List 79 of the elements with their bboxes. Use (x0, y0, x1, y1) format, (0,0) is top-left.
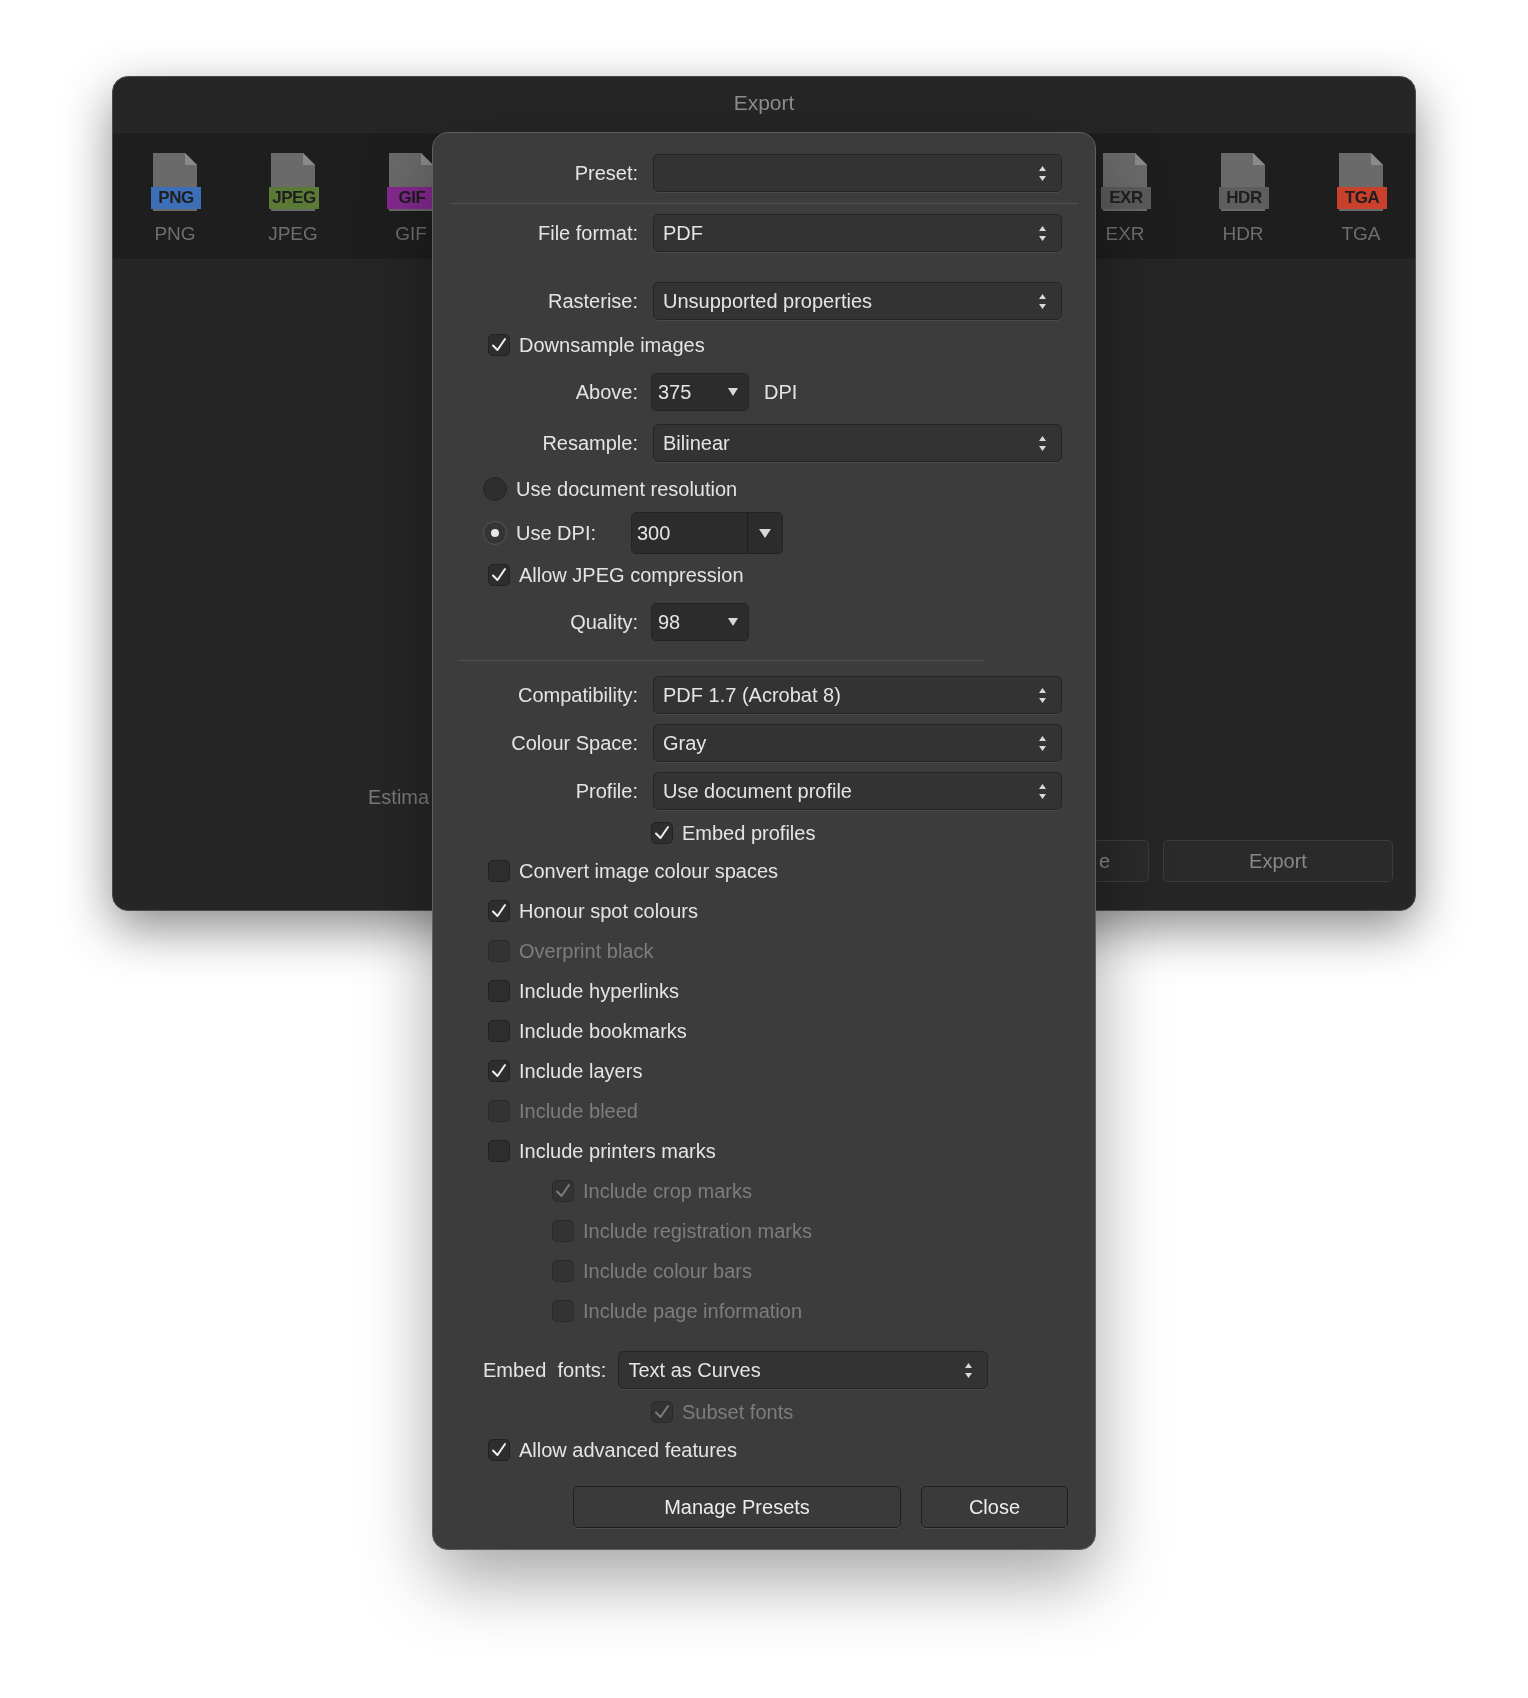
unit-label: DPI (764, 380, 798, 404)
format-badge: PNG (151, 187, 201, 209)
checkbox-label: Overprint black (519, 939, 654, 963)
stepper-icon (1038, 164, 1047, 182)
popup-button[interactable]: Text as Curves (618, 1351, 989, 1389)
format-label: GIF (395, 223, 427, 245)
popup-button[interactable]: Gray (653, 724, 1062, 762)
stepper-icon (1038, 224, 1047, 242)
checkbox-label: Include registration marks (583, 1219, 812, 1243)
checkbox-label: Include bookmarks (519, 1019, 687, 1043)
checkbox[interactable] (488, 860, 510, 882)
field-label: Resample: (541, 431, 638, 455)
format-label: EXR (1105, 223, 1145, 245)
dialog-button[interactable]: Export (1163, 840, 1393, 882)
radio-label: Use DPI: (516, 521, 598, 545)
stepper-icon (1038, 782, 1047, 800)
stepper-icon (1038, 686, 1047, 704)
checkbox-label: Allow JPEG compression (519, 563, 744, 587)
format-badge: EXR (1101, 187, 1151, 209)
caret-icon (728, 618, 738, 626)
field-label: File format: (536, 221, 638, 245)
caret-icon (728, 388, 738, 396)
window-title: Export (733, 91, 795, 116)
checkbox-label: Honour spot colours (519, 899, 698, 923)
checkbox-label: Embed profiles (682, 821, 816, 845)
field-label: Rasterise: (546, 289, 638, 313)
checkbox-label: Include page information (583, 1299, 803, 1323)
checkbox-label: Include hyperlinks (519, 979, 680, 1003)
dialog-button[interactable]: Close (921, 1486, 1068, 1528)
stepper-icon (964, 1361, 974, 1379)
checkbox[interactable] (488, 564, 510, 586)
stepper-icon (1038, 434, 1047, 452)
dialog-button[interactable]: Manage Presets (573, 1486, 901, 1528)
checkbox-label: Include printers marks (519, 1139, 716, 1163)
format-label: PNG (154, 223, 196, 245)
checkbox[interactable] (488, 980, 510, 1002)
dropdown-field[interactable]: 98 (651, 603, 749, 641)
dpi-field[interactable]: 300 (631, 512, 783, 554)
checkbox-label: Include crop marks (583, 1179, 752, 1203)
format-badge: TGA (1337, 187, 1387, 209)
checkbox-label: Subset fonts (682, 1400, 794, 1424)
stepper-icon (1038, 292, 1047, 310)
format-label: TGA (1341, 223, 1381, 245)
checkbox[interactable] (651, 822, 673, 844)
format-badge: HDR (1219, 187, 1269, 209)
checkbox[interactable] (488, 334, 510, 356)
radio-label: Use document resolution (516, 477, 738, 501)
checkbox-label: Downsample images (519, 333, 705, 357)
checkbox[interactable] (488, 900, 510, 922)
field-label: Profile: (574, 779, 638, 803)
checkbox-label: Include bleed (519, 1099, 638, 1123)
field-label: Embed fonts: (483, 1358, 607, 1382)
popup-button[interactable]: Bilinear (653, 424, 1062, 462)
checkbox[interactable] (488, 1140, 510, 1162)
field-label: Colour Space: (510, 731, 638, 755)
popup-button[interactable] (653, 154, 1062, 192)
popup-button[interactable]: PDF 1.7 (Acrobat 8) (653, 676, 1062, 714)
field-label: Quality: (569, 610, 638, 634)
popup-button[interactable]: PDF (653, 214, 1062, 252)
field-label: Preset: (573, 161, 638, 185)
estimate-label: Estima (368, 786, 430, 809)
checkbox-label: Include layers (519, 1059, 643, 1083)
checkbox[interactable] (488, 1020, 510, 1042)
field-label: Compatibility: (516, 683, 638, 707)
field-label: Above: (574, 380, 638, 404)
radio-button[interactable] (483, 521, 507, 545)
checkbox-label: Convert image colour spaces (519, 859, 778, 883)
popup-button[interactable]: Unsupported properties (653, 282, 1062, 320)
format-badge: JPEG (269, 187, 319, 209)
dropdown-field[interactable]: 375 (651, 373, 749, 411)
checkbox-label: Include colour bars (583, 1259, 752, 1283)
popup-button[interactable]: Use document profile (653, 772, 1062, 810)
format-label: HDR (1222, 223, 1264, 245)
stepper-icon (1038, 734, 1047, 752)
caret-icon (759, 528, 771, 538)
checkbox[interactable] (488, 1439, 510, 1461)
format-label: JPEG (268, 223, 318, 245)
checkbox-label: Allow advanced features (519, 1438, 737, 1462)
checkbox[interactable] (488, 1060, 510, 1082)
